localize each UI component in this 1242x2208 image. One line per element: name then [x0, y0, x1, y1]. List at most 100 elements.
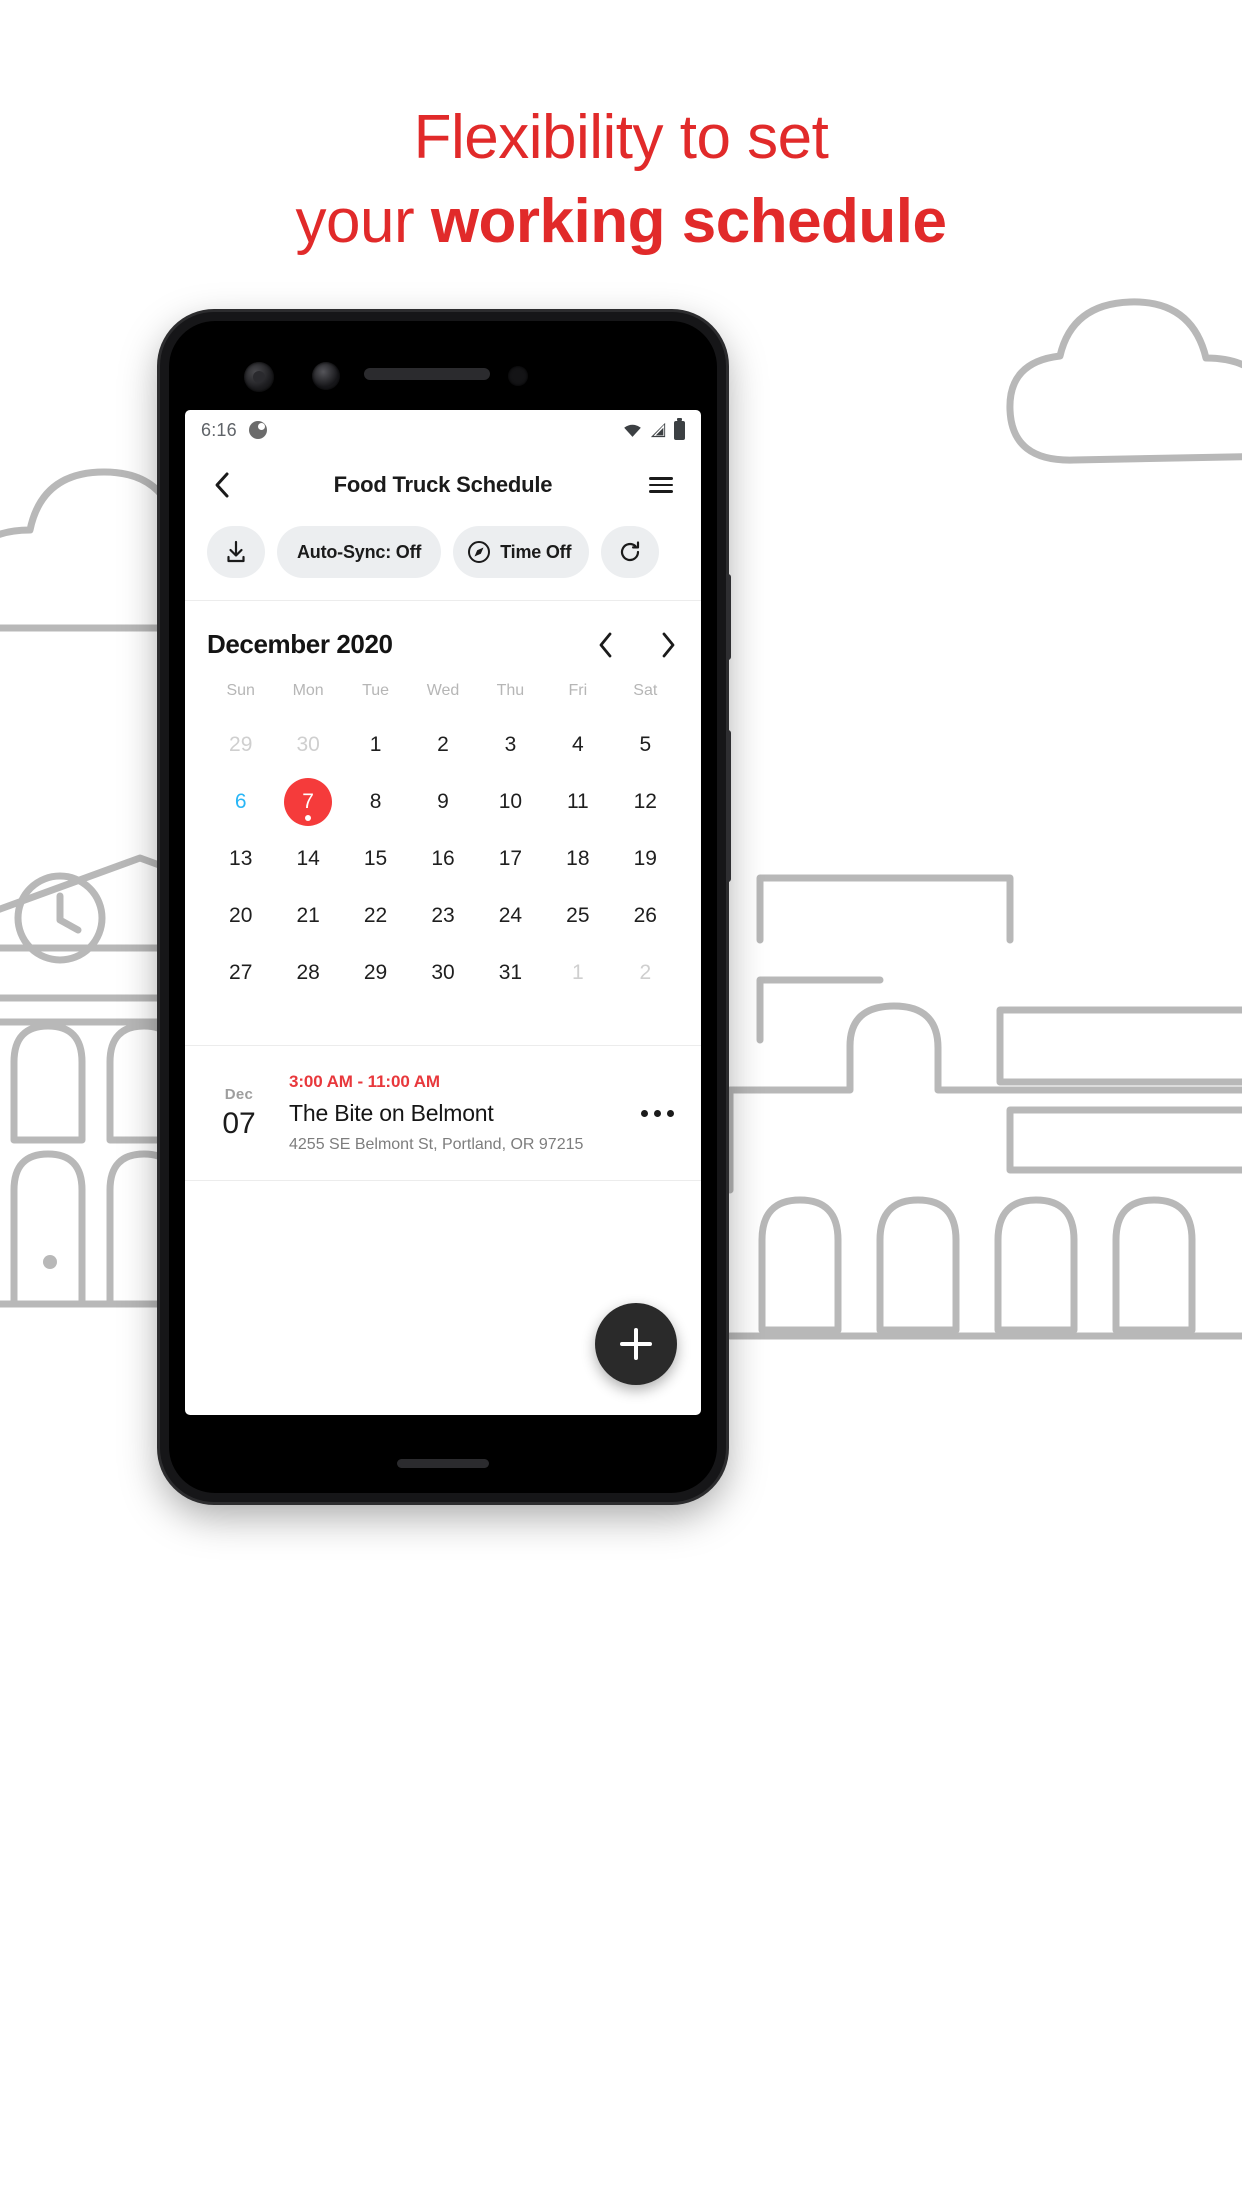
calendar-day-cell[interactable]: 20	[207, 887, 274, 944]
weekday-mon: Mon	[292, 682, 324, 699]
battery-icon	[674, 417, 685, 440]
calendar-week-row: 27 28 29 30 31 1 2	[207, 944, 679, 1001]
add-event-fab[interactable]	[595, 1303, 677, 1385]
event-time: 3:00 AM - 11:00 AM	[289, 1072, 440, 1091]
status-bar: 6:16	[185, 410, 701, 450]
calendar-day-cell[interactable]: 16	[409, 830, 476, 887]
calendar-day-cell[interactable]: 24	[477, 887, 544, 944]
calendar-day-cell[interactable]: 31	[477, 944, 544, 1001]
selected-day-pill: 7	[284, 777, 333, 826]
calendar-day-cell[interactable]: 10	[477, 773, 544, 830]
calendar-week-row: 29 30 1 2 3 4 5	[207, 716, 679, 773]
calendar-day-cell[interactable]: 19	[612, 830, 679, 887]
calendar-nav	[595, 631, 679, 659]
event-details: 3:00 AM - 11:00 AM The Bite on Belmont 425…	[281, 1072, 625, 1154]
weekday-sun: Sun	[226, 682, 255, 699]
calendar-day-cell[interactable]: 30	[409, 944, 476, 1001]
front-camera-icon	[244, 362, 274, 392]
calendar-day-cell[interactable]: 21	[274, 887, 341, 944]
calendar-day-cell[interactable]: 29	[207, 716, 274, 773]
event-date: Dec 07	[207, 1086, 271, 1141]
calendar-day-cell[interactable]: 1	[342, 716, 409, 773]
toolbar-chips: Auto-Sync: Off Time Off	[185, 520, 701, 600]
download-icon	[227, 540, 245, 563]
calendar-day-cell[interactable]: 1	[544, 944, 611, 1001]
event-row[interactable]: Dec 07 3:00 AM - 11:00 AM The Bite on Belmo…	[185, 1046, 701, 1180]
auto-sync-chip[interactable]: Auto-Sync: Off	[277, 526, 442, 578]
calendar-day-cell[interactable]: 14	[274, 830, 341, 887]
calendar-day-cell[interactable]: 23	[409, 887, 476, 944]
time-off-chip[interactable]: Time Off	[453, 526, 590, 578]
time-off-label: Time Off	[500, 541, 572, 562]
status-icons	[623, 417, 685, 440]
calendar-day-cell[interactable]: 29	[342, 944, 409, 1001]
back-button[interactable]	[207, 470, 237, 500]
promo-headline: Flexibility to set your working schedule	[0, 96, 1242, 264]
calendar-day-cell[interactable]: 11	[544, 773, 611, 830]
calendar-day-cell[interactable]: 9	[409, 773, 476, 830]
event-list: Dec 07 3:00 AM - 11:00 AM The Bite on Belmo…	[185, 1046, 701, 1180]
calendar-month-title: December 2020	[207, 629, 393, 659]
calendar-day-cell[interactable]: 8	[342, 773, 409, 830]
event-day: 07	[222, 1106, 256, 1140]
phone-mockup: 6:16 Food Truck Schedule Auto-Sync: Off …	[160, 312, 731, 1502]
calendar-day-cell[interactable]: 2	[409, 716, 476, 773]
calendar-grid: 29 30 1 2 3 4 5 6 7 8 9 10 11 12 13 14 15 16 17 18 19 20 21 22 2…	[207, 716, 679, 1001]
more-horizontal-icon[interactable]	[635, 1109, 679, 1117]
download-chip[interactable]	[207, 526, 265, 578]
event-month: Dec	[224, 1085, 254, 1103]
phone-screen: 6:16 Food Truck Schedule Auto-Sync: Off …	[185, 410, 701, 1415]
weekday-sat: Sat	[633, 682, 658, 699]
headline-line-2-plain: your	[295, 187, 431, 256]
event-address: 4255 SE Belmont St, Portland, OR 97215	[289, 1136, 584, 1153]
status-time: 6:16	[201, 419, 237, 440]
calendar-day-cell[interactable]: 2	[612, 944, 679, 1001]
headline-line-2: your working schedule	[0, 180, 1242, 264]
calendar-day-cell[interactable]: 7	[274, 773, 341, 830]
brightness-icon	[248, 421, 267, 439]
page-title: Food Truck Schedule	[333, 472, 553, 497]
calendar-day-cell[interactable]: 27	[207, 944, 274, 1001]
calendar-day-cell[interactable]: 26	[612, 887, 679, 944]
calendar-prev-button[interactable]	[595, 631, 617, 659]
calendar-day-cell[interactable]: 6	[207, 773, 274, 830]
list-menu-icon[interactable]	[649, 470, 679, 500]
calendar-day-cell[interactable]: 3	[477, 716, 544, 773]
headline-line-1: Flexibility to set	[413, 103, 829, 172]
calendar-day-cell[interactable]: 5	[612, 716, 679, 773]
calendar-day-cell[interactable]: 30	[274, 716, 341, 773]
event-divider	[185, 1180, 701, 1181]
refresh-icon	[621, 541, 640, 562]
compass-icon	[468, 541, 491, 563]
calendar-day-cell[interactable]: 18	[544, 830, 611, 887]
calendar-day-cell[interactable]: 17	[477, 830, 544, 887]
bottom-speaker	[397, 1459, 489, 1468]
event-title: The Bite on Belmont	[289, 1100, 494, 1126]
proximity-sensor-icon	[508, 366, 528, 386]
secondary-camera-icon	[312, 362, 340, 390]
calendar-week-row: 6 7 8 9 10 11 12	[207, 773, 679, 830]
calendar-day-cell[interactable]: 15	[342, 830, 409, 887]
calendar-spacer	[207, 1001, 679, 1045]
calendar-week-row: 20 21 22 23 24 25 26	[207, 887, 679, 944]
power-button[interactable]	[726, 574, 731, 660]
phone-sensor-array	[160, 346, 726, 404]
chevron-right-icon	[662, 632, 675, 657]
calendar-day-cell[interactable]: 25	[544, 887, 611, 944]
calendar-day-cell[interactable]: 13	[207, 830, 274, 887]
calendar-day-cell[interactable]: 22	[342, 887, 409, 944]
calendar-day-cell[interactable]: 28	[274, 944, 341, 1001]
auto-sync-label: Auto-Sync: Off	[297, 541, 422, 562]
volume-button[interactable]	[726, 730, 731, 882]
calendar: December 2020 Sun Mon Tue Wed Thu Fri Sa…	[185, 601, 701, 1045]
calendar-header: December 2020	[207, 629, 679, 660]
promo-screenshot: Flexibility to set your working schedule…	[0, 0, 1242, 2208]
refresh-chip[interactable]	[601, 526, 660, 578]
calendar-day-cell[interactable]: 12	[612, 773, 679, 830]
calendar-day-cell[interactable]: 4	[544, 716, 611, 773]
headline-line-2-bold: working schedule	[430, 187, 947, 256]
chevron-left-icon	[599, 632, 612, 657]
chevron-left-icon	[215, 472, 229, 498]
calendar-next-button[interactable]	[657, 631, 679, 659]
wifi-icon	[624, 424, 641, 437]
